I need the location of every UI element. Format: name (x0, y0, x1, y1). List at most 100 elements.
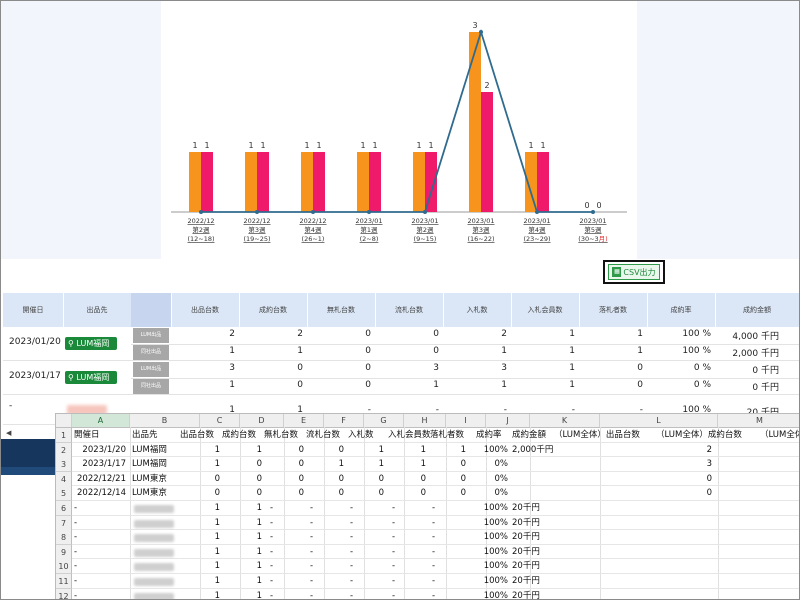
row-header[interactable]: 1 (56, 428, 72, 443)
row-header[interactable]: 7 (56, 515, 72, 531)
sheet-cell[interactable]: - (350, 530, 380, 545)
sheet-cell[interactable]: 100% (468, 501, 508, 516)
sheet-cell[interactable]: 1 (222, 530, 262, 545)
sheet-header-cell[interactable]: 成約率 (476, 428, 512, 443)
sheet-header-cell[interactable]: 成約台数 (222, 428, 264, 443)
sheet-cell[interactable]: 20千円 (512, 574, 598, 589)
sheet-cell[interactable]: 1 (180, 530, 220, 545)
sheet-cell[interactable]: - (270, 574, 300, 589)
sheet-cell[interactable]: 0% (468, 457, 509, 472)
sheet-cell[interactable]: 100% (468, 574, 508, 589)
sheet-cell[interactable]: - (310, 516, 340, 531)
sheet-cell[interactable]: 100% (468, 589, 508, 599)
sheet-cell[interactable]: - (432, 516, 462, 531)
sheet-cell[interactable]: - (310, 545, 340, 560)
sheet-cell[interactable]: 0 (716, 486, 799, 501)
row-header[interactable]: 11 (56, 574, 72, 589)
sheet-cell[interactable]: 1 (426, 443, 466, 458)
row-header[interactable]: 6 (56, 501, 72, 516)
sheet-cell[interactable]: 2023/1/17 (74, 457, 126, 472)
column-header-E[interactable]: E (284, 414, 324, 427)
sheet-cell[interactable]: 0 (426, 457, 466, 472)
sheet-cell[interactable]: - (392, 516, 422, 531)
column-header-C[interactable]: C (200, 414, 240, 427)
sheet-cell[interactable]: 0 (616, 472, 712, 487)
sheet-cell[interactable]: 0 (304, 443, 344, 458)
column-header-I[interactable]: I (446, 414, 486, 427)
sheet-cell[interactable]: - (392, 530, 422, 545)
row-header[interactable]: 12 (56, 588, 72, 599)
sheet-cell[interactable]: 0 (304, 472, 344, 487)
sheet-cell[interactable]: 1 (344, 457, 384, 472)
sheet-cell[interactable]: - (350, 545, 380, 560)
column-header-H[interactable]: H (404, 414, 446, 427)
row-header[interactable]: 5 (56, 486, 72, 502)
sheet-cell[interactable]: 0 (426, 486, 466, 501)
sheet-cell[interactable]: 1 (222, 589, 262, 599)
sheet-cell[interactable]: 0 (386, 486, 426, 501)
sheet-cell[interactable]: 0 (716, 457, 799, 472)
sheet-header-cell[interactable]: （LUM全体）出品台数 (554, 428, 656, 443)
sheet-cell[interactable]: 2023/1/20 (74, 443, 126, 458)
sheet-cell[interactable]: - (432, 559, 462, 574)
select-all-corner[interactable] (56, 414, 72, 427)
sheet-cell[interactable]: - (392, 559, 422, 574)
sheet-cell[interactable]: - (270, 501, 300, 516)
sheet-cell[interactable]: - (310, 559, 340, 574)
sheet-cell[interactable]: - (310, 530, 340, 545)
column-header-L[interactable]: L (600, 414, 718, 427)
sheet-cell[interactable]: - (432, 501, 462, 516)
sheet-cell[interactable]: - (74, 545, 124, 560)
sheet-cell[interactable]: - (432, 574, 462, 589)
sheet-cell[interactable]: 0% (468, 486, 509, 501)
sheet-header-cell[interactable]: （LUM全体 (760, 428, 799, 443)
sheet-header-cell[interactable]: 入札数 (348, 428, 388, 443)
row-header[interactable]: 9 (56, 544, 72, 560)
sheet-cell[interactable]: 0% (468, 472, 509, 487)
sheet-cell[interactable]: 20千円 (512, 516, 598, 531)
sheet-cell[interactable]: 2 (716, 443, 799, 458)
sheet-cell[interactable]: 100% (468, 516, 508, 531)
sheet-cell[interactable]: 0 (426, 472, 466, 487)
sheet-cell[interactable]: 100% (468, 530, 508, 545)
column-header-M[interactable]: M (718, 414, 799, 427)
row-header[interactable]: 4 (56, 471, 72, 487)
sheet-cell[interactable]: 1 (344, 443, 384, 458)
sheet-cell[interactable]: - (74, 574, 124, 589)
column-header-G[interactable]: G (364, 414, 404, 427)
column-header-A[interactable]: A (72, 414, 130, 427)
sheet-cell[interactable]: 0 (616, 486, 712, 501)
csv-export-button[interactable]: ▦ CSV出力 (603, 260, 665, 284)
sheet-cell[interactable]: 1 (180, 457, 220, 472)
sheet-header-cell[interactable]: 無札台数 (264, 428, 306, 443)
column-header-K[interactable]: K (530, 414, 600, 427)
sheet-cell[interactable]: 20千円 (512, 589, 598, 599)
sheet-cell[interactable]: 1 (222, 559, 262, 574)
sheet-cell[interactable]: 1 (386, 443, 426, 458)
sheet-cell[interactable]: 2 (616, 443, 712, 458)
column-header-D[interactable]: D (240, 414, 284, 427)
sheet-cell[interactable]: 1 (180, 589, 220, 599)
sheet-cell[interactable]: 2022/12/21 (74, 472, 126, 487)
sheet-cell[interactable]: 1 (180, 443, 220, 458)
sheet-cell[interactable]: 20千円 (512, 530, 598, 545)
sheet-cell[interactable]: 1 (222, 501, 262, 516)
sheet-cell[interactable]: 1 (180, 559, 220, 574)
sheet-cell[interactable]: 1 (222, 443, 262, 458)
sheet-cell[interactable]: 1 (180, 574, 220, 589)
sheet-cell[interactable]: 0 (344, 472, 384, 487)
sheet-cell[interactable]: - (350, 516, 380, 531)
sheet-cell[interactable]: 1 (386, 457, 426, 472)
sheet-cell[interactable]: - (270, 516, 300, 531)
sheet-cell[interactable]: 0 (180, 472, 220, 487)
sheet-header-cell[interactable]: 成約金額 (512, 428, 554, 443)
column-header-B[interactable]: B (130, 414, 200, 427)
sheet-cell[interactable]: 3 (616, 457, 712, 472)
sheet-cell[interactable]: 0 (264, 443, 304, 458)
sheet-cell[interactable]: - (350, 501, 380, 516)
table-row[interactable]: 2023/01/20 ⚲ LUM福岡 LUM出品 2 2 0 0 2 1 1 100 % 4,000 … (3, 327, 799, 361)
row-header[interactable]: 3 (56, 457, 72, 473)
sheet-cell[interactable]: 0 (304, 486, 344, 501)
sheet-cell[interactable]: 0 (264, 472, 304, 487)
sheet-cell[interactable]: - (74, 501, 124, 516)
